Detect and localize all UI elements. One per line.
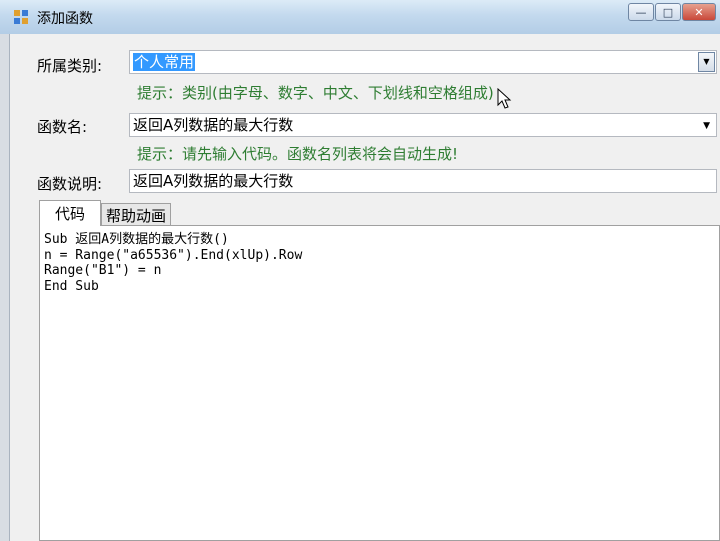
function-name-hint: 提示：请先输入代码。函数名列表将会自动生成! xyxy=(137,145,459,163)
minimize-button[interactable]: — xyxy=(628,3,654,21)
category-dropdown-button[interactable]: ▼ xyxy=(698,52,715,72)
function-name-value: 返回A列数据的最大行数 xyxy=(133,116,294,134)
description-input[interactable]: 返回A列数据的最大行数 xyxy=(129,169,717,193)
code-editor[interactable]: Sub 返回A列数据的最大行数() n = Range("a65536").End… xyxy=(44,232,302,294)
maximize-button[interactable]: □ xyxy=(655,3,681,21)
window-left-border xyxy=(0,34,10,541)
description-label: 函数说明: xyxy=(37,175,103,193)
app-icon xyxy=(14,10,28,24)
maximize-icon: □ xyxy=(662,5,674,19)
code-line: Range("B1") = n xyxy=(44,263,162,278)
close-icon: ✕ xyxy=(694,5,704,19)
description-value: 返回A列数据的最大行数 xyxy=(133,172,294,190)
minimize-icon: — xyxy=(635,5,647,19)
close-button[interactable]: ✕ xyxy=(682,3,716,21)
category-combobox[interactable]: 个人常用 ▼ xyxy=(129,50,717,74)
category-label: 所属类别: xyxy=(37,57,103,75)
tab-code[interactable]: 代码 xyxy=(39,200,101,226)
tab-code-label: 代码 xyxy=(54,205,85,223)
tab-help-animation-label: 帮助动画 xyxy=(105,207,166,225)
dropdown-arrow-icon: ▼ xyxy=(703,57,710,66)
mouse-cursor-icon xyxy=(497,88,512,109)
dropdown-arrow-icon[interactable]: ▼ xyxy=(703,115,710,137)
code-line: End Sub xyxy=(44,278,99,294)
code-line: n = Range("a65536").End(xlUp).Row xyxy=(44,247,303,263)
tab-help-animation[interactable]: 帮助动画 xyxy=(101,203,171,227)
category-hint: 提示：类别(由字母、数字、中文、下划线和空格组成) xyxy=(137,84,494,102)
function-name-combobox[interactable]: 返回A列数据的最大行数 ▼ xyxy=(129,113,717,137)
title-bar[interactable]: 添加函数 — □ ✕ xyxy=(0,0,720,35)
function-name-label: 函数名: xyxy=(37,118,88,136)
category-value: 个人常用 xyxy=(133,53,196,71)
code-line: Sub 返回A列数据的最大行数() xyxy=(44,232,229,247)
window-title: 添加函数 xyxy=(37,11,93,27)
